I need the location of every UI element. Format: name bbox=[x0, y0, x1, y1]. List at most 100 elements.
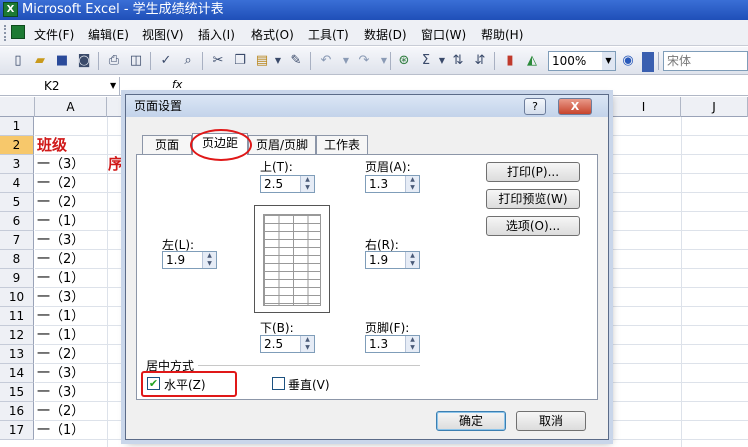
row-header[interactable]: 10 bbox=[0, 288, 34, 307]
paste-dropdown-icon[interactable]: ▼ bbox=[270, 53, 286, 69]
cancel-button[interactable]: 取消 bbox=[516, 411, 586, 431]
row-header[interactable]: 14 bbox=[0, 364, 34, 383]
cell-a[interactable]: 一（3） bbox=[37, 383, 84, 402]
spin-up-icon[interactable]: ▲ bbox=[406, 336, 419, 344]
bottom-margin-spinner[interactable]: 2.5 ▲ ▼ bbox=[260, 335, 315, 353]
cell-a[interactable]: 一（2） bbox=[37, 174, 84, 193]
row-header[interactable]: 1 bbox=[0, 117, 34, 136]
row-header[interactable]: 2 bbox=[0, 136, 34, 155]
center-vertical-checkbox[interactable] bbox=[272, 377, 285, 390]
sort-descending-icon[interactable]: ⇵ bbox=[472, 53, 488, 69]
name-box-dropdown-icon[interactable]: ▼ bbox=[110, 77, 116, 95]
row-header[interactable]: 11 bbox=[0, 307, 34, 326]
center-vertical-label[interactable]: 垂直(V) bbox=[288, 376, 330, 393]
menu-window[interactable]: 窗口(W) bbox=[421, 26, 466, 43]
spin-up-icon[interactable]: ▲ bbox=[203, 252, 216, 260]
undo-icon[interactable]: ↶ bbox=[318, 53, 334, 69]
column-header-a[interactable]: A bbox=[35, 97, 107, 117]
open-folder-icon[interactable]: ▰ bbox=[32, 53, 48, 69]
spelling-icon[interactable]: ✓ bbox=[158, 53, 174, 69]
cell-a[interactable]: 一（1） bbox=[37, 212, 84, 231]
spin-up-icon[interactable]: ▲ bbox=[301, 336, 314, 344]
toolbar-options-icon[interactable] bbox=[642, 52, 654, 72]
row-header[interactable]: 7 bbox=[0, 231, 34, 250]
right-margin-spinner[interactable]: 1.9 ▲ ▼ bbox=[365, 251, 420, 269]
top-margin-spinner[interactable]: 2.5 ▲ ▼ bbox=[260, 175, 315, 193]
select-all-corner[interactable] bbox=[0, 97, 35, 117]
spin-down-icon[interactable]: ▼ bbox=[203, 260, 216, 268]
cell-a[interactable]: 一（1） bbox=[37, 307, 84, 326]
options-button[interactable]: 选项(O)... bbox=[486, 216, 580, 236]
cell-a[interactable]: 一（3） bbox=[37, 231, 84, 250]
cell-a[interactable]: 一（2） bbox=[37, 402, 84, 421]
cell-a[interactable]: 一（1） bbox=[37, 326, 84, 345]
cell-a[interactable]: 一（1） bbox=[37, 269, 84, 288]
cell-b2-partial[interactable]: 序 bbox=[108, 155, 123, 174]
menu-grip[interactable] bbox=[4, 25, 7, 41]
zoom-dropdown-icon[interactable]: ▼ bbox=[602, 52, 615, 70]
menu-format[interactable]: 格式(O) bbox=[251, 26, 294, 43]
cell-a[interactable]: 一（3） bbox=[37, 288, 84, 307]
print-button[interactable]: 打印(P)... bbox=[486, 162, 580, 182]
menu-tools[interactable]: 工具(T) bbox=[308, 26, 349, 43]
menu-help[interactable]: 帮助(H) bbox=[481, 26, 523, 43]
save-icon[interactable]: ■ bbox=[54, 53, 70, 69]
cell-a[interactable]: 一（2） bbox=[37, 193, 84, 212]
dialog-title-bar[interactable]: 页面设置 ? X bbox=[126, 95, 608, 117]
font-select[interactable]: 宋体 bbox=[663, 51, 748, 71]
spin-down-icon[interactable]: ▼ bbox=[406, 344, 419, 352]
row-header[interactable]: 16 bbox=[0, 402, 34, 421]
row-header[interactable]: 6 bbox=[0, 212, 34, 231]
header-margin-spinner[interactable]: 1.3 ▲ ▼ bbox=[365, 175, 420, 193]
new-document-icon[interactable]: ▯ bbox=[10, 53, 26, 69]
left-margin-spinner[interactable]: 1.9 ▲ ▼ bbox=[162, 251, 217, 269]
research-icon[interactable]: ⌕ bbox=[180, 53, 196, 69]
spin-down-icon[interactable]: ▼ bbox=[301, 184, 314, 192]
row-header[interactable]: 15 bbox=[0, 383, 34, 402]
drawing-icon[interactable]: ◭ bbox=[524, 53, 540, 69]
row-header[interactable]: 3 bbox=[0, 155, 34, 174]
name-box[interactable]: K2 bbox=[0, 77, 120, 95]
paste-icon[interactable]: ▤ bbox=[254, 53, 270, 69]
help-button[interactable]: ? bbox=[524, 98, 546, 115]
spin-down-icon[interactable]: ▼ bbox=[406, 260, 419, 268]
cut-icon[interactable]: ✂ bbox=[210, 53, 226, 69]
close-button[interactable]: X bbox=[558, 98, 592, 115]
print-preview-icon[interactable]: ◫ bbox=[128, 53, 144, 69]
row-header[interactable]: 9 bbox=[0, 269, 34, 288]
permission-icon[interactable]: ◙ bbox=[76, 53, 92, 69]
footer-margin-spinner[interactable]: 1.3 ▲ ▼ bbox=[365, 335, 420, 353]
hyperlink-icon[interactable]: ⊛ bbox=[396, 53, 412, 69]
insert-function-icon[interactable]: fx bbox=[172, 78, 182, 91]
menu-file[interactable]: 文件(F) bbox=[34, 26, 74, 43]
row-header[interactable]: 8 bbox=[0, 250, 34, 269]
spin-up-icon[interactable]: ▲ bbox=[301, 176, 314, 184]
sort-ascending-icon[interactable]: ⇅ bbox=[450, 53, 466, 69]
autosum-dropdown-icon[interactable]: ▼ bbox=[434, 53, 450, 69]
column-header-i[interactable]: I bbox=[607, 97, 681, 117]
redo-icon[interactable]: ↷ bbox=[356, 53, 372, 69]
ok-button[interactable]: 确定 bbox=[436, 411, 506, 431]
chart-wizard-icon[interactable]: ▮ bbox=[502, 53, 518, 69]
spin-up-icon[interactable]: ▲ bbox=[406, 176, 419, 184]
tab-header-footer[interactable]: 页眉/页脚 bbox=[248, 135, 316, 155]
row-header[interactable]: 13 bbox=[0, 345, 34, 364]
menu-edit[interactable]: 编辑(E) bbox=[88, 26, 129, 43]
spin-down-icon[interactable]: ▼ bbox=[406, 184, 419, 192]
cell-a[interactable]: 一（3） bbox=[37, 155, 84, 174]
workbook-icon[interactable] bbox=[11, 25, 25, 39]
menu-data[interactable]: 数据(D) bbox=[364, 26, 407, 43]
cell-a[interactable]: 一（3） bbox=[37, 364, 84, 383]
tab-sheet[interactable]: 工作表 bbox=[316, 135, 368, 155]
tab-page[interactable]: 页面 bbox=[142, 135, 192, 155]
autosum-icon[interactable]: Σ bbox=[418, 53, 434, 69]
copy-icon[interactable]: ❐ bbox=[232, 53, 248, 69]
row-header[interactable]: 17 bbox=[0, 421, 34, 440]
menu-view[interactable]: 视图(V) bbox=[142, 26, 184, 43]
column-header-j[interactable]: J bbox=[681, 97, 748, 117]
print-preview-button[interactable]: 打印预览(W) bbox=[486, 189, 580, 209]
row-header[interactable]: 12 bbox=[0, 326, 34, 345]
row-header[interactable]: 4 bbox=[0, 174, 34, 193]
undo-dropdown-icon[interactable]: ▼ bbox=[338, 53, 354, 69]
row-header[interactable]: 5 bbox=[0, 193, 34, 212]
